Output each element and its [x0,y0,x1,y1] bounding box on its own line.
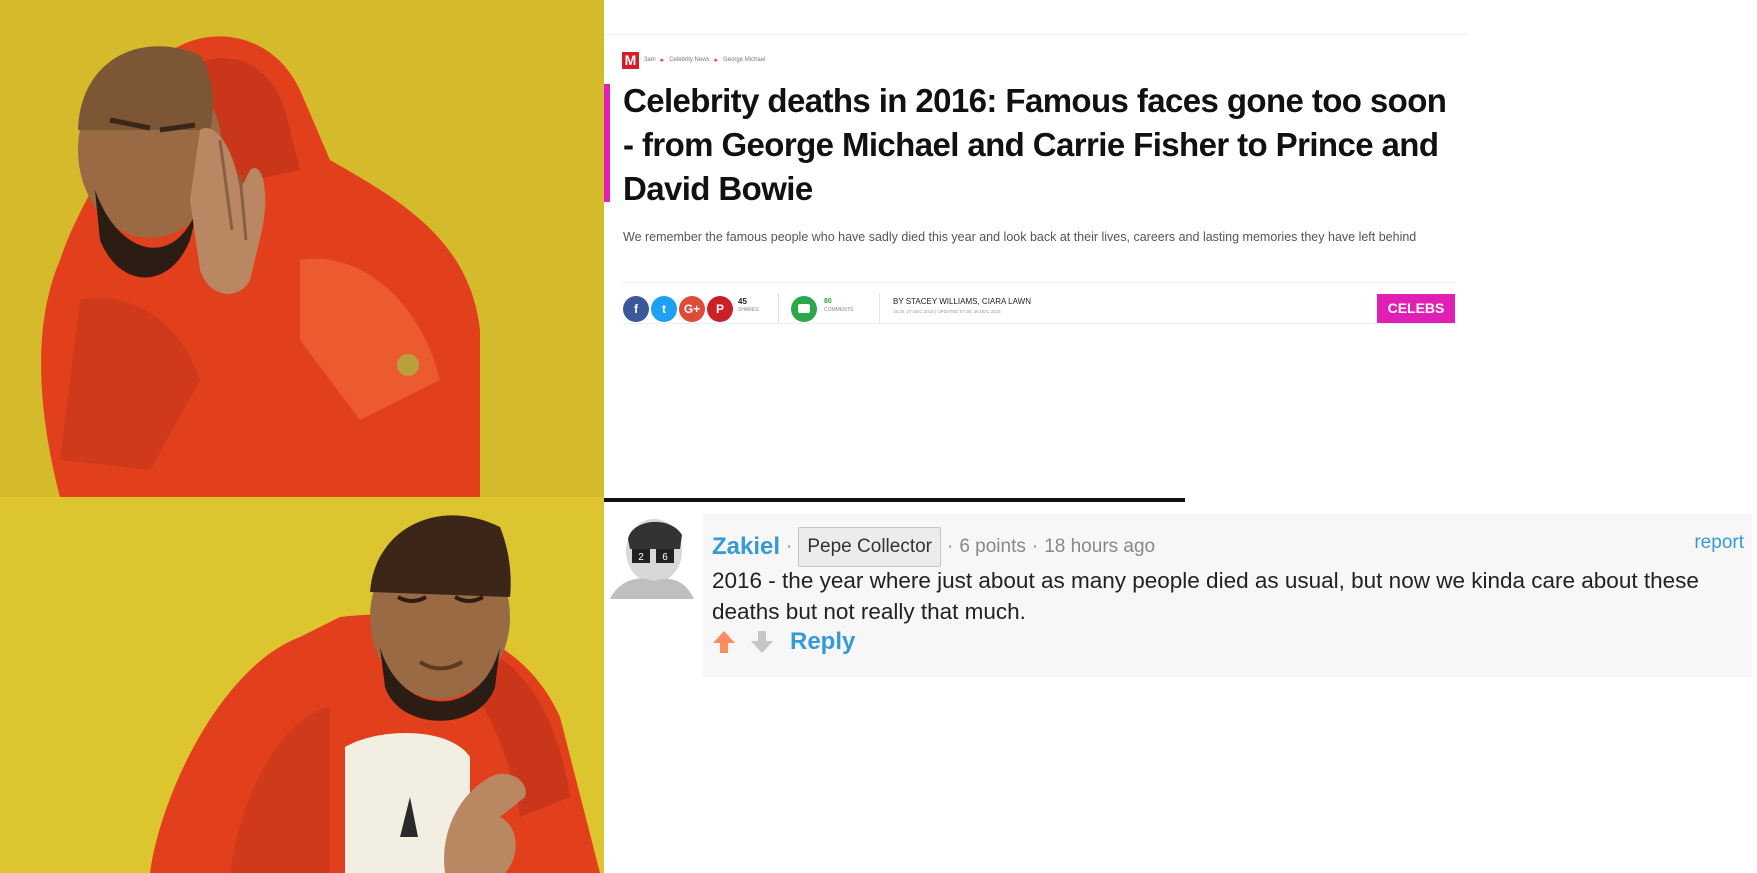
category-badge[interactable]: CELEBS [1377,294,1455,323]
chevron-right-icon: ▸ [660,57,665,64]
downvote-arrow-icon[interactable] [749,629,775,655]
svg-text:2: 2 [638,552,644,563]
breadcrumb-item[interactable]: 3am [644,57,656,63]
separator: · [786,536,793,557]
separator: · [1031,536,1039,557]
byline-authors[interactable]: BY STACEY WILLIAMS, CIARA LAWN [893,297,1031,306]
divider-line [604,498,1185,502]
breadcrumb: M 3am ▸ Celebrity News ▸ George Michael [622,51,765,69]
article-byline: BY STACEY WILLIAMS, CIARA LAWN 16:10, 27… [893,297,1031,317]
comment-count-value: 80 [824,298,832,305]
comment-body: 2016 - the year where just about as many… [712,568,1699,624]
pinterest-icon[interactable]: P [707,296,733,322]
byline-dates: 16:10, 27 DEC 2016 | UPDATED 07:30, 28 D… [893,309,1001,314]
upvote-arrow-icon[interactable] [711,629,737,655]
divider [879,293,880,323]
article-meta-row: f t G+ P 45 SHARES 80 COMMENTS BY STACEY… [623,282,1455,324]
separator: · [947,536,954,557]
drake-reject-illustration [0,0,604,497]
meme-panel-reject [0,0,604,497]
publication-logo[interactable]: M [622,51,639,69]
reply-button[interactable]: Reply [790,628,855,656]
comment-points: 6 points [959,536,1026,557]
comment-header: Zakiel · Pepe Collector · 6 points · 18 … [712,527,1155,567]
drake-approve-illustration [0,497,604,873]
svg-text:6: 6 [662,552,668,563]
share-buttons: f t G+ P [623,296,733,322]
share-count-value: 45 [738,297,747,306]
article-headline: Celebrity deaths in 2016: Famous faces g… [623,82,1447,207]
breadcrumb-item[interactable]: George Michael [723,57,765,63]
comment-count[interactable]: 80 COMMENTS [824,297,853,315]
avatar[interactable]: 2 6 [610,515,694,599]
headline-accent-bar [604,84,610,202]
share-count: 45 SHARES [738,297,759,315]
avatar-image: 2 6 [610,515,694,599]
comment-age: 18 hours ago [1044,536,1156,557]
share-count-label: SHARES [738,307,759,313]
comment-count-label: COMMENTS [824,307,854,313]
chevron-right-icon: ▸ [714,57,719,64]
article-header-card: M 3am ▸ Celebrity News ▸ George Michael … [604,34,1468,327]
user-flair: Pepe Collector [798,527,941,567]
report-link[interactable]: report [1694,532,1744,554]
article-standfirst: We remember the famous people who have s… [623,230,1417,244]
twitter-icon[interactable]: t [651,296,677,322]
google-plus-icon[interactable]: G+ [679,296,705,322]
divider [778,293,779,323]
comment-actions: Reply [711,628,855,656]
meme-panel-approve [0,497,604,873]
breadcrumb-item[interactable]: Celebrity News [669,57,709,63]
facebook-icon[interactable]: f [623,296,649,322]
comments-icon[interactable] [791,296,817,322]
comment-username[interactable]: Zakiel [712,533,780,561]
comment: Zakiel · Pepe Collector · 6 points · 18 … [703,514,1752,677]
